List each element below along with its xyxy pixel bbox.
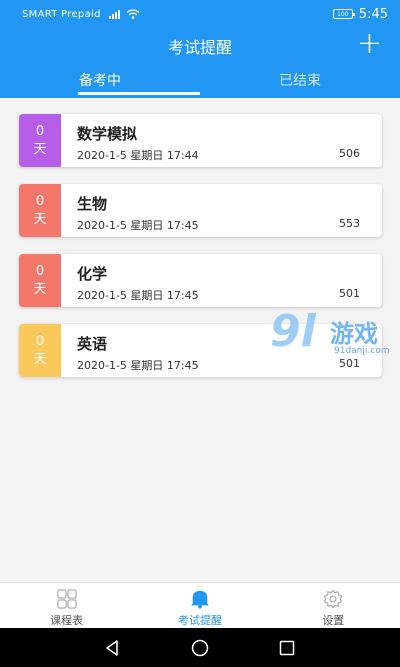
watermark-logo: 9l 游戏 91danji.com	[270, 308, 400, 364]
countdown-badge: 0 天	[19, 324, 61, 377]
wifi-icon	[126, 9, 140, 19]
system-nav-bar	[0, 628, 400, 667]
countdown-badge: 0 天	[19, 114, 61, 167]
bottom-nav: 课程表 考试提醒 设置	[0, 582, 400, 628]
exam-datetime: 2020-1-5 星期日 17:45	[77, 219, 199, 232]
app-header: 考试提醒 + 备考中 已结束	[0, 28, 400, 98]
tab-bar: 备考中 已结束	[0, 70, 400, 98]
exam-card[interactable]: 0 天 生物 2020-1-5 星期日 17:45 553	[19, 184, 382, 237]
exam-name: 化学	[77, 265, 108, 283]
countdown-badge: 0 天	[19, 184, 61, 237]
exam-datetime: 2020-1-5 星期日 17:44	[77, 149, 199, 162]
days-unit: 天	[33, 211, 47, 227]
exam-datetime: 2020-1-5 星期日 17:45	[77, 359, 199, 372]
battery-level: 100	[337, 10, 349, 18]
nav-schedule-label: 课程表	[50, 614, 84, 627]
exam-name: 生物	[77, 195, 108, 213]
countdown-badge: 0 天	[19, 254, 61, 307]
exam-name: 英语	[77, 335, 108, 353]
add-button[interactable]: +	[357, 29, 382, 59]
grid-icon	[56, 589, 77, 609]
days-value: 0	[35, 193, 45, 209]
watermark-mark: 9l	[270, 306, 316, 357]
back-icon[interactable]	[104, 639, 122, 657]
exam-card[interactable]: 0 天 化学 2020-1-5 星期日 17:45 501	[19, 254, 382, 307]
watermark-url: 91danji.com	[334, 346, 390, 356]
days-value: 0	[35, 263, 45, 279]
days-value: 0	[35, 333, 45, 349]
nav-exam-reminder[interactable]: 考试提醒	[133, 583, 266, 628]
watermark-text: 游戏	[330, 320, 378, 348]
recents-icon[interactable]	[278, 639, 296, 657]
battery-icon: 100	[332, 9, 355, 19]
bell-icon	[190, 590, 210, 609]
exam-number: 506	[339, 147, 360, 160]
nav-settings[interactable]: 设置	[267, 583, 400, 628]
days-unit: 天	[33, 281, 47, 297]
tab-finished[interactable]: 已结束	[200, 70, 400, 98]
clock: 5:45	[358, 6, 388, 22]
nav-schedule[interactable]: 课程表	[0, 583, 133, 628]
page-title: 考试提醒	[167, 38, 232, 57]
tab-preparing[interactable]: 备考中	[0, 70, 200, 98]
carrier-name: SMART Prepaid	[22, 8, 101, 20]
exam-number: 553	[339, 217, 360, 230]
signal-icon	[108, 9, 120, 19]
exam-name: 数学模拟	[77, 125, 138, 143]
days-unit: 天	[33, 141, 47, 157]
exam-datetime: 2020-1-5 星期日 17:45	[77, 289, 199, 302]
status-bar: SMART Prepaid 100 5:45	[0, 0, 400, 28]
days-unit: 天	[33, 351, 47, 367]
exam-number: 501	[339, 287, 360, 300]
gear-icon	[324, 589, 343, 609]
nav-exam-reminder-label: 考试提醒	[177, 614, 222, 627]
days-value: 0	[35, 123, 45, 139]
nav-settings-label: 设置	[322, 614, 345, 627]
home-icon[interactable]	[191, 639, 209, 657]
exam-card[interactable]: 0 天 数学模拟 2020-1-5 星期日 17:44 506	[19, 114, 382, 167]
